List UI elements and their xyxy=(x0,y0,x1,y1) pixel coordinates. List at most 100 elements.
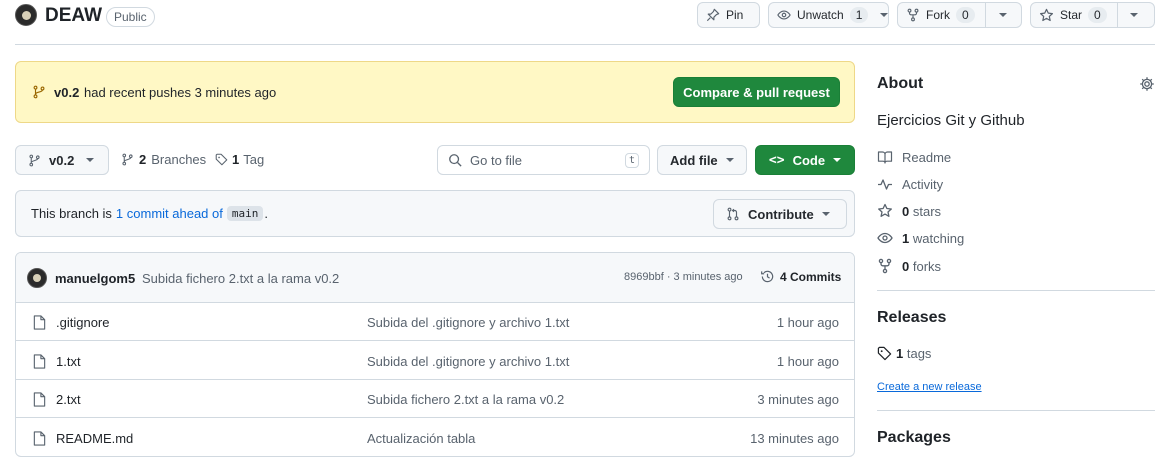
about-title: About xyxy=(877,75,924,92)
go-to-file-input[interactable]: Go to file t xyxy=(437,145,650,175)
file-icon xyxy=(33,315,46,330)
file-icon xyxy=(33,392,46,407)
pin-button[interactable]: Pin xyxy=(697,2,760,28)
ahead-link[interactable]: 1 commit ahead of xyxy=(116,206,223,221)
watching-link[interactable]: 1 watching xyxy=(877,230,964,246)
code-label: Code xyxy=(792,152,826,168)
file-name[interactable]: .gitignore xyxy=(56,315,109,330)
chevron-down-icon xyxy=(998,13,1007,17)
file-name[interactable]: 2.txt xyxy=(56,392,81,407)
search-shortcut: t xyxy=(624,152,639,168)
star-icon xyxy=(1039,8,1054,21)
base-branch: main xyxy=(226,206,264,221)
star-button[interactable]: Star 0 xyxy=(1030,2,1155,28)
pull-request-icon xyxy=(727,207,739,221)
stars-count: 0 xyxy=(902,203,910,219)
branch-selector[interactable]: v0.2 xyxy=(15,145,109,175)
owner-avatar[interactable] xyxy=(15,4,37,26)
release-tags-link[interactable]: 1 tags xyxy=(877,346,931,361)
branch-icon xyxy=(33,85,45,99)
file-commit-message[interactable]: Subida del .gitignore y archivo 1.txt xyxy=(367,354,569,369)
file-commit-time: 13 minutes ago xyxy=(750,430,839,446)
repo-description: Ejercicios Git y Github xyxy=(877,112,1025,129)
watch-label: Unwatch xyxy=(797,8,844,22)
fork-dropdown[interactable] xyxy=(986,3,1020,27)
branches-link[interactable]: 2 Branches xyxy=(121,152,206,167)
code-icon: <> xyxy=(768,152,785,168)
file-list: manuelgom5 Subida fichero 2.txt a la ram… xyxy=(15,252,855,457)
eye-icon xyxy=(877,232,893,244)
file-commit-message[interactable]: Actualización tabla xyxy=(367,431,475,446)
chevron-down-icon xyxy=(1129,13,1138,17)
branch-name: v0.2 xyxy=(49,152,75,168)
eye-icon xyxy=(777,10,791,20)
history-icon xyxy=(761,270,774,283)
author-avatar[interactable] xyxy=(27,268,47,288)
tags-link[interactable]: 1 Tag xyxy=(215,152,264,167)
add-file-label: Add file xyxy=(670,152,718,168)
banner-branch[interactable]: v0.2 xyxy=(54,85,79,100)
repo-name[interactable]: DEAW xyxy=(45,5,102,27)
commit-author[interactable]: manuelgom5 xyxy=(55,271,135,286)
file-icon xyxy=(33,430,46,446)
release-tags-label: tags xyxy=(906,346,932,361)
tags-label: Tag xyxy=(243,152,265,167)
tag-icon xyxy=(877,346,892,361)
forks-link[interactable]: 0 forks xyxy=(877,258,941,274)
compare-pull-request-button[interactable]: Compare & pull request xyxy=(673,77,840,107)
file-row[interactable]: .gitignore Subida del .gitignore y archiv… xyxy=(16,303,854,341)
branches-label: Branches xyxy=(151,152,207,167)
ahead-prefix: This branch is xyxy=(31,206,112,221)
watch-count: 1 xyxy=(849,7,869,23)
tags-count: 1 xyxy=(232,152,240,167)
stars-label: stars xyxy=(912,203,942,219)
create-release-link[interactable]: Create a new release xyxy=(877,381,982,393)
star-dropdown[interactable] xyxy=(1118,3,1150,27)
fork-icon xyxy=(878,258,892,274)
forks-label: forks xyxy=(912,258,942,274)
readme-label: Readme xyxy=(902,149,952,165)
packages-title[interactable]: Packages xyxy=(877,429,951,447)
branch-icon xyxy=(122,153,133,166)
file-commit-time: 1 hour ago xyxy=(776,315,839,330)
file-commit-message[interactable]: Subida del .gitignore y archivo 1.txt xyxy=(367,315,569,330)
forks-count: 0 xyxy=(902,258,910,274)
sidebar-divider xyxy=(877,410,1155,411)
watching-count: 1 xyxy=(902,230,910,246)
code-button[interactable]: <> Code xyxy=(755,145,855,175)
star-count: 0 xyxy=(1088,7,1107,23)
fork-button[interactable]: Fork 0 xyxy=(897,2,1022,28)
readme-link[interactable]: Readme xyxy=(877,149,951,165)
visibility-badge: Public xyxy=(106,7,155,27)
file-row[interactable]: 1.txt Subida del .gitignore y archivo 1.t… xyxy=(16,342,854,380)
file-commit-time: 3 minutes ago xyxy=(757,392,839,407)
file-row[interactable]: 2.txt Subida fichero 2.txt a la rama v0.2… xyxy=(16,380,854,418)
watch-button[interactable]: Unwatch 1 xyxy=(768,2,889,28)
file-row[interactable]: README.md Actualización tabla 13 minutes a… xyxy=(16,419,854,457)
branch-ahead-notice: This branch is 1 commit ahead of main . … xyxy=(15,190,855,237)
file-name[interactable]: README.md xyxy=(56,431,133,446)
tag-icon xyxy=(215,153,228,166)
contribute-button[interactable]: Contribute xyxy=(713,199,847,229)
commits-count: 4 Commits xyxy=(780,269,842,284)
fork-label: Fork xyxy=(926,8,950,22)
commits-link[interactable]: 4 Commits xyxy=(760,269,841,284)
stars-link[interactable]: 0 stars xyxy=(877,203,941,219)
add-file-button[interactable]: Add file xyxy=(657,145,747,175)
activity-link[interactable]: Activity xyxy=(877,176,943,192)
file-name[interactable]: 1.txt xyxy=(56,354,81,369)
gear-icon[interactable] xyxy=(1139,76,1155,92)
watch-dropdown[interactable] xyxy=(874,3,894,27)
search-placeholder: Go to file xyxy=(470,152,523,168)
branches-count: 2 xyxy=(139,152,147,167)
contribute-label: Contribute xyxy=(748,206,814,222)
activity-label: Activity xyxy=(902,176,944,192)
chevron-down-icon xyxy=(821,212,830,216)
file-commit-message[interactable]: Subida fichero 2.txt a la rama v0.2 xyxy=(367,392,564,407)
sidebar-divider xyxy=(877,290,1155,291)
chevron-down-icon xyxy=(86,158,95,162)
commit-meta[interactable]: 8969bbf · 3 minutes ago xyxy=(624,271,743,283)
releases-title[interactable]: Releases xyxy=(877,309,946,327)
chevron-down-icon xyxy=(833,158,842,162)
commit-message[interactable]: Subida fichero 2.txt a la rama v0.2 xyxy=(142,271,339,286)
